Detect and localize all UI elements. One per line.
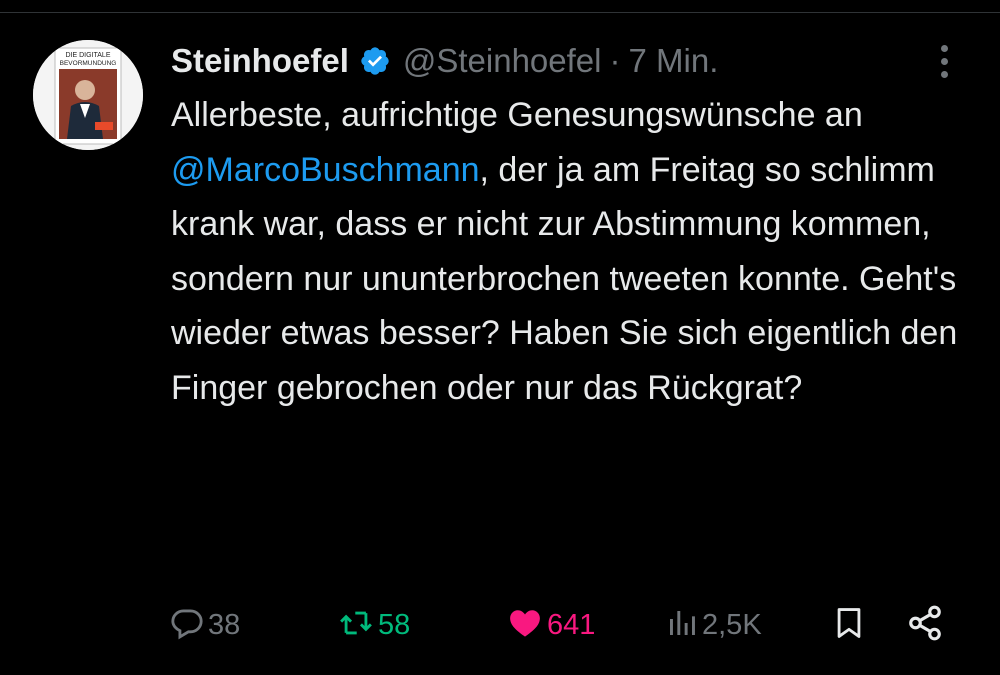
like-count: 641 — [547, 608, 596, 641]
views-button[interactable]: 2,5K — [666, 600, 762, 650]
views-icon — [666, 606, 698, 645]
like-button[interactable]: 641 — [507, 600, 595, 650]
views-count: 2,5K — [702, 608, 762, 641]
bookmark-button[interactable] — [832, 600, 866, 650]
tweet-text: Allerbeste, aufrichtige Genesungswünsche… — [171, 88, 961, 415]
avatar-title-line2: BEVORMUNDUNG — [60, 60, 117, 67]
reply-button[interactable]: 38 — [170, 600, 240, 650]
tweet-text-part1: Allerbeste, aufrichtige Genesungswünsche… — [171, 96, 863, 134]
tweet-header: Steinhoefel @Steinhoefel · 7 Min. — [171, 38, 718, 84]
reply-icon — [170, 606, 204, 645]
retweet-icon — [338, 606, 374, 645]
avatar-image: DIE DIGITALE BEVORMUNDUNG — [33, 40, 143, 150]
top-divider — [0, 12, 1000, 13]
author-handle[interactable]: @Steinhoefel — [403, 42, 602, 80]
mention-link[interactable]: @MarcoBuschmann — [171, 151, 480, 189]
author-name[interactable]: Steinhoefel — [171, 42, 349, 80]
reply-count: 38 — [208, 608, 241, 641]
action-bar: 38 58 641 2,5K — [0, 600, 1000, 650]
retweet-count: 58 — [378, 608, 411, 641]
separator-dot: · — [609, 42, 621, 79]
bookmark-icon — [832, 604, 866, 647]
heart-icon — [507, 606, 543, 645]
timestamp[interactable]: 7 Min. — [629, 42, 719, 80]
retweet-button[interactable]: 58 — [338, 600, 410, 650]
share-icon — [906, 604, 944, 647]
avatar-title-line1: DIE DIGITALE — [66, 52, 111, 59]
avatar[interactable]: DIE DIGITALE BEVORMUNDUNG — [33, 40, 143, 150]
verified-badge-icon — [359, 45, 391, 77]
more-vertical-icon[interactable] — [933, 42, 957, 82]
share-button[interactable] — [906, 600, 944, 650]
